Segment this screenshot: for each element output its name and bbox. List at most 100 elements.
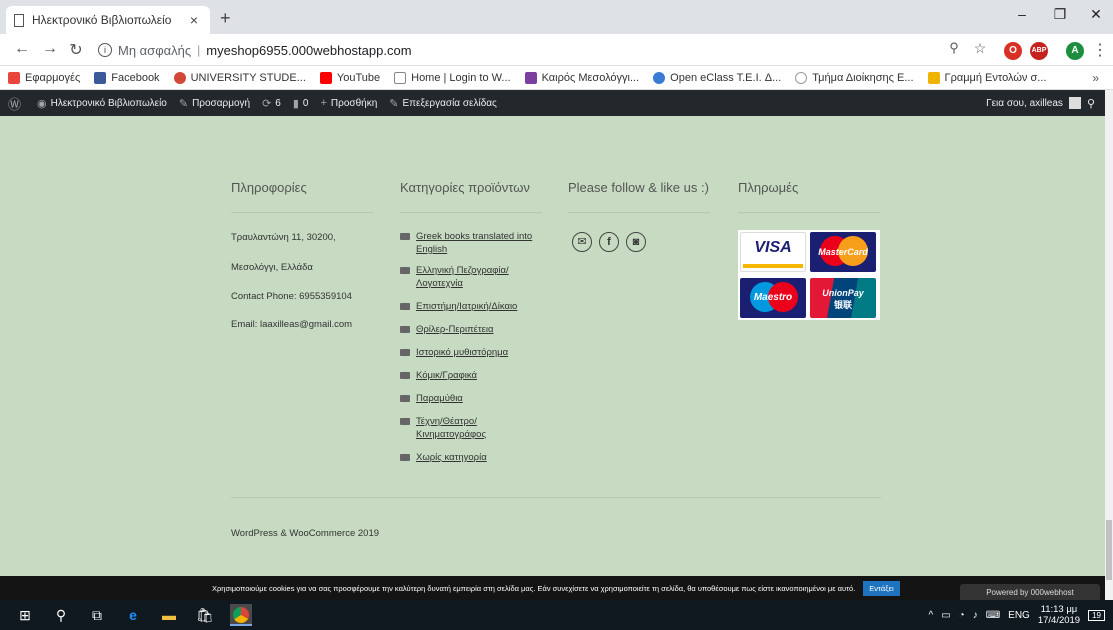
category-label[interactable]: Ελληνική Πεζογραφία/ Λογοτεχνία: [416, 264, 536, 290]
file-explorer-icon[interactable]: ▬: [158, 604, 180, 626]
category-link[interactable]: Χωρίς κατηγορία: [400, 451, 548, 464]
store-icon[interactable]: 🛍: [194, 604, 216, 626]
category-link[interactable]: Ελληνική Πεζογραφία/ Λογοτεχνία: [400, 264, 536, 290]
contact-phone: Contact Phone: 6955359104: [231, 291, 352, 302]
category-label[interactable]: Κόμικ/Γραφικά: [416, 369, 548, 382]
facebook-icon[interactable]: f: [599, 232, 619, 252]
category-link[interactable]: Κόμικ/Γραφικά: [400, 369, 548, 382]
address-line-2: Μεσολόγγι, Ελλάδα: [231, 262, 313, 273]
updates-link[interactable]: ⟳ 6: [262, 97, 281, 110]
category-link[interactable]: Ιστορικό μυθιστόρημα: [400, 346, 548, 359]
categories-title: Κατηγορίες προϊόντων: [400, 180, 530, 195]
restore-icon[interactable]: ❐: [1050, 6, 1070, 23]
tab-close-button[interactable]: ×: [186, 12, 202, 28]
new-tab-button[interactable]: +: [220, 8, 231, 29]
visa-logo: VISA: [740, 232, 806, 272]
email-icon[interactable]: ✉: [572, 232, 592, 252]
footer-divider: [231, 497, 881, 498]
edit-page-link[interactable]: ✎ Επεξεργασία σελίδας: [389, 97, 497, 110]
instagram-icon[interactable]: ◙: [626, 232, 646, 252]
category-link[interactable]: Τέχνη/Θέατρο/ Κινηματογράφος: [400, 415, 516, 441]
url-text[interactable]: myeshop6955.000webhostapp.com: [206, 43, 411, 58]
visa-text: VISA: [754, 239, 792, 256]
clock[interactable]: 11:13 μμ 17/4/2019: [1038, 604, 1080, 626]
bookmark-youtube[interactable]: YouTube: [319, 71, 380, 84]
profile-avatar[interactable]: A: [1066, 42, 1084, 60]
search-icon[interactable]: ⚲: [50, 604, 72, 626]
zoom-icon[interactable]: ⚲: [944, 40, 964, 56]
bookmark-apps[interactable]: Εφαρμογές: [8, 71, 80, 84]
bookmark-label: Τμήμα Διοίκησης Ε...: [812, 71, 914, 84]
bookmark-facebook[interactable]: Facebook: [94, 71, 160, 84]
category-label[interactable]: Ιστορικό μυθιστόρημα: [416, 346, 548, 359]
adblock-icon[interactable]: ABP: [1030, 42, 1048, 60]
customize-link[interactable]: ✎ Προσαρμογή: [179, 97, 250, 110]
footer-info-column: Πληροφορίες: [231, 180, 307, 195]
category-link[interactable]: Θρίλερ-Περιπέτεια: [400, 323, 548, 336]
account-menu[interactable]: Γεια σου, axilleas ⚲: [986, 90, 1095, 116]
forward-icon[interactable]: →: [40, 40, 60, 58]
category-link[interactable]: Greek books translated into English: [400, 230, 548, 256]
brush-icon: ✎: [178, 97, 189, 110]
task-view-icon[interactable]: ⧉: [86, 604, 108, 626]
powered-by-badge[interactable]: Powered by 000webhost: [960, 584, 1100, 600]
chevron-up-icon[interactable]: ^: [929, 610, 934, 621]
bookmark-command-line[interactable]: Γραμμή Εντολών σ...: [927, 71, 1046, 84]
site-name-link[interactable]: ◉ Ηλεκτρονικό Βιβλιοπωλείο: [37, 97, 167, 110]
security-label: Μη ασφαλής: [118, 42, 192, 58]
bookmark-department[interactable]: Τμήμα Διοίκησης Ε...: [795, 71, 914, 84]
page-icon: [394, 71, 407, 84]
category-link[interactable]: Παραμύθια: [400, 392, 548, 405]
menu-icon[interactable]: ⋮: [1090, 40, 1110, 60]
category-label[interactable]: Θρίλερ-Περιπέτεια: [416, 323, 548, 336]
opera-extension-icon[interactable]: O: [1004, 42, 1022, 60]
cookie-notice: Χρησιμοποιούμε cookies για να σας προσφέ…: [0, 576, 1105, 600]
payment-cards-image: VISA MasterCard Maestro UnionPay 银联: [738, 230, 880, 320]
keyboard-icon[interactable]: ⌨: [986, 610, 1000, 621]
volume-icon[interactable]: ♪: [973, 610, 978, 621]
page-icon: [14, 13, 24, 27]
bookmark-eclass[interactable]: Open eClass T.E.I. Δ...: [653, 71, 781, 84]
category-label[interactable]: Παραμύθια: [416, 392, 548, 405]
wp-logo-icon[interactable]: Ⓦ: [8, 94, 25, 113]
bookmark-label: UNIVERSITY STUDE...: [190, 71, 306, 84]
scrollbar-thumb[interactable]: [1106, 520, 1112, 580]
folder-icon: [400, 267, 410, 274]
network-icon[interactable]: ▭: [941, 610, 950, 621]
category-link[interactable]: Επιστήμη/Ιατρική/Δίκαιο: [400, 300, 548, 313]
back-icon[interactable]: ←: [12, 40, 32, 58]
minimize-icon[interactable]: –: [1012, 6, 1032, 22]
category-label[interactable]: Επιστήμη/Ιατρική/Δίκαιο: [416, 300, 548, 313]
bookmark-home-login[interactable]: Home | Login to W...: [394, 71, 511, 84]
bookmark-star-icon[interactable]: ☆: [970, 40, 990, 57]
browser-titlebar: Ηλεκτρονικό Βιβλιοπωλείο × + – ❐ ✕: [0, 0, 1113, 34]
browser-tab[interactable]: Ηλεκτρονικό Βιβλιοπωλείο ×: [6, 6, 210, 34]
contact-email: Email: laaxilleas@gmail.com: [231, 319, 353, 330]
system-tray: ^ ▭ ◔ ♪ ⌨ ENG 11:13 μμ 17/4/2019 19: [929, 600, 1105, 630]
new-content-link[interactable]: + Προσθήκη: [320, 97, 377, 109]
language-indicator[interactable]: ENG: [1008, 610, 1030, 621]
window-close-icon[interactable]: ✕: [1086, 6, 1106, 23]
bookmark-weather[interactable]: Καιρός Μεσολόγγι...: [524, 71, 639, 84]
cookie-accept-button[interactable]: Εντάξει: [863, 580, 900, 596]
category-label[interactable]: Τέχνη/Θέατρο/ Κινηματογράφος: [416, 415, 516, 441]
category-label[interactable]: Χωρίς κατηγορία: [416, 451, 548, 464]
chrome-icon[interactable]: [230, 604, 252, 626]
address-bar[interactable]: i Μη ασφαλής | myeshop6955.000webhostapp…: [98, 38, 968, 62]
greeting-text: Γεια σου, axilleas: [986, 97, 1063, 109]
category-label[interactable]: Greek books translated into English: [416, 230, 548, 256]
page-scrollbar[interactable]: [1105, 90, 1113, 600]
notifications-icon[interactable]: 19: [1088, 609, 1105, 621]
wifi-icon[interactable]: ◔: [959, 610, 965, 621]
bookmark-university[interactable]: UNIVERSITY STUDE...: [173, 71, 306, 84]
youtube-icon: [319, 71, 332, 84]
bookmarks-more-button[interactable]: »: [1092, 71, 1099, 85]
folder-icon: [400, 326, 410, 333]
divider: [231, 212, 373, 213]
comments-link[interactable]: ▮ 0: [293, 97, 309, 110]
edge-icon[interactable]: e: [122, 604, 144, 626]
windows-start-icon[interactable]: ⊞: [14, 604, 36, 626]
info-icon[interactable]: i: [98, 43, 112, 57]
search-icon[interactable]: ⚲: [1087, 97, 1095, 110]
reload-icon[interactable]: ↻: [66, 40, 86, 60]
